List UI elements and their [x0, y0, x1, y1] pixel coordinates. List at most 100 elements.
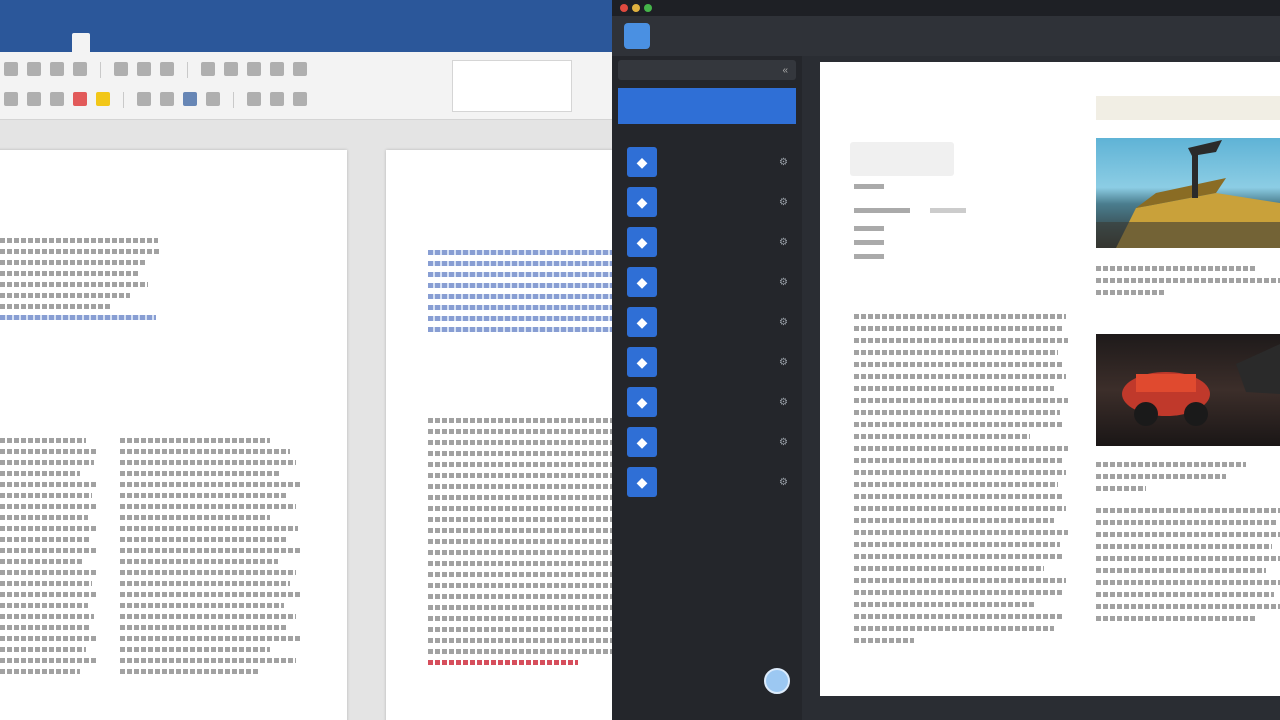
ribbon-tab[interactable]	[162, 42, 180, 52]
text-line	[0, 548, 98, 553]
pilcrow-icon[interactable]	[293, 62, 307, 76]
sidebar-item[interactable]: ◆ ⚙	[612, 222, 802, 262]
sidebar-item[interactable]: ◆ ⚙	[612, 262, 802, 302]
gear-icon[interactable]: ⚙	[779, 397, 788, 408]
ribbon-tab-active[interactable]	[72, 33, 90, 52]
styles-gallery[interactable]	[452, 60, 572, 112]
sidebar-section-header	[612, 124, 802, 142]
text-line	[428, 638, 612, 643]
borders-icon[interactable]	[293, 92, 307, 106]
numbering-icon[interactable]	[224, 62, 238, 76]
ribbon-tab[interactable]	[36, 42, 54, 52]
gear-icon[interactable]: ⚙	[779, 477, 788, 488]
ribbon-tab[interactable]	[180, 42, 198, 52]
word-processor-window	[0, 0, 612, 720]
text-line	[428, 429, 612, 434]
article-reader[interactable]	[820, 62, 1280, 696]
text-line	[854, 422, 1064, 427]
italic-icon[interactable]	[27, 92, 41, 106]
text-line	[854, 350, 1058, 355]
sidebar-item[interactable]: ◆ ⚙	[612, 382, 802, 422]
text-line	[428, 517, 612, 522]
ribbon-tab[interactable]	[90, 42, 108, 52]
sidebar-item[interactable]: ◆ ⚙	[612, 182, 802, 222]
bullets-icon[interactable]	[201, 62, 215, 76]
document-icon: ◆	[627, 427, 657, 457]
text-line	[854, 566, 1044, 571]
text-line	[120, 460, 296, 465]
align-left-icon[interactable]	[137, 92, 151, 106]
font-size-down-icon[interactable]	[137, 62, 151, 76]
app-logo[interactable]	[624, 23, 650, 49]
machine-photo	[1096, 140, 1280, 248]
text-line	[428, 250, 612, 255]
cut-icon[interactable]	[27, 62, 41, 76]
text-line	[428, 327, 612, 332]
text-line	[854, 338, 1068, 343]
font-color-icon[interactable]	[73, 92, 87, 106]
text-line	[428, 561, 612, 566]
article-meta	[930, 208, 966, 213]
format-painter-icon[interactable]	[73, 62, 87, 76]
ribbon-row-1	[0, 62, 307, 78]
word-titlebar	[0, 0, 612, 20]
document-page-1[interactable]	[0, 150, 347, 720]
gear-icon[interactable]: ⚙	[779, 317, 788, 328]
ribbon-tab[interactable]	[144, 42, 162, 52]
ribbon-tabs	[0, 20, 612, 52]
ribbon-tab[interactable]	[198, 42, 216, 52]
align-right-icon[interactable]	[183, 92, 197, 106]
justify-icon[interactable]	[206, 92, 220, 106]
ribbon-tab[interactable]	[18, 42, 36, 52]
sidebar-selected-item[interactable]	[618, 88, 796, 124]
sidebar-item[interactable]: ◆ ⚙	[612, 342, 802, 382]
gear-icon[interactable]: ⚙	[779, 277, 788, 288]
text-line	[0, 570, 96, 575]
sidebar-item[interactable]: ◆ ⚙	[612, 462, 802, 502]
text-line	[0, 471, 80, 476]
font-size-up-icon[interactable]	[114, 62, 128, 76]
sort-icon[interactable]	[270, 62, 284, 76]
text-line	[854, 470, 1066, 475]
text-line	[0, 537, 90, 542]
highlight-icon[interactable]	[96, 92, 110, 106]
bold-icon[interactable]	[4, 92, 18, 106]
sidebar-item[interactable]: ◆ ⚙	[612, 302, 802, 342]
underline-icon[interactable]	[50, 92, 64, 106]
chevron-left-icon[interactable]: «	[782, 65, 788, 76]
gear-icon[interactable]: ⚙	[779, 237, 788, 248]
document-page-2[interactable]	[386, 150, 612, 720]
ribbon-tab[interactable]	[54, 42, 72, 52]
ribbon-tab[interactable]	[126, 42, 144, 52]
gear-icon[interactable]: ⚙	[779, 197, 788, 208]
close-window-icon[interactable]	[620, 4, 628, 12]
minimize-window-icon[interactable]	[632, 4, 640, 12]
shading-icon[interactable]	[270, 92, 284, 106]
line-spacing-icon[interactable]	[247, 92, 261, 106]
paste-icon[interactable]	[4, 62, 18, 76]
change-case-icon[interactable]	[160, 62, 174, 76]
ribbon-tab[interactable]	[108, 42, 126, 52]
article-image[interactable]	[1096, 138, 1280, 248]
maximize-window-icon[interactable]	[644, 4, 652, 12]
align-center-icon[interactable]	[160, 92, 174, 106]
copy-icon[interactable]	[50, 62, 64, 76]
sidebar: « ◆ ⚙ ◆ ⚙ ◆ ⚙ ◆ ⚙ ◆ ⚙ ◆ ⚙ ◆ ⚙ ◆ ⚙ ◆ ⚙	[612, 56, 802, 720]
floating-action-button[interactable]	[764, 668, 790, 694]
sidebar-item[interactable]: ◆ ⚙	[612, 142, 802, 182]
indent-icon[interactable]	[247, 62, 261, 76]
gear-icon[interactable]: ⚙	[779, 437, 788, 448]
gear-icon[interactable]: ⚙	[779, 357, 788, 368]
text-line	[1096, 290, 1166, 295]
article-card[interactable]	[850, 142, 954, 176]
text-line	[120, 504, 296, 509]
article-image[interactable]	[1096, 334, 1280, 446]
ribbon-tab[interactable]	[0, 42, 18, 52]
text-line	[428, 528, 612, 533]
gear-icon[interactable]: ⚙	[779, 157, 788, 168]
sidebar-item[interactable]: ◆ ⚙	[612, 422, 802, 462]
document-icon: ◆	[627, 467, 657, 497]
text-line	[428, 305, 612, 310]
text-line	[428, 473, 612, 478]
search-input[interactable]: «	[618, 60, 796, 80]
